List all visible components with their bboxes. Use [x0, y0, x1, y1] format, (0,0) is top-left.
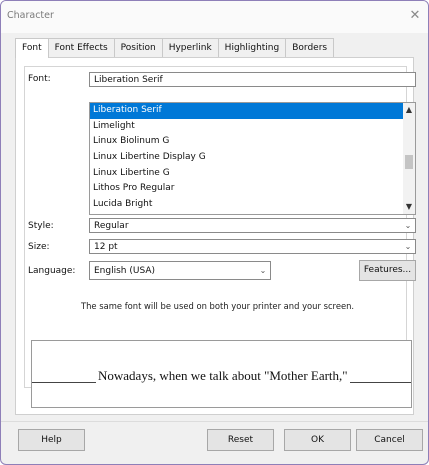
- font-note: The same font will be used on both your …: [81, 301, 355, 311]
- chevron-down-icon[interactable]: ⌄: [403, 241, 413, 253]
- preview-text: Nowadays, when we talk about "Mother Ear…: [96, 368, 350, 384]
- language-select[interactable]: English (USA) ⌄: [89, 261, 271, 280]
- font-list-item[interactable]: Linux Libertine G: [90, 166, 407, 182]
- scroll-up-icon[interactable]: ▲: [403, 105, 415, 115]
- tab-hyperlink[interactable]: Hyperlink: [161, 38, 219, 57]
- chevron-down-icon[interactable]: ⌄: [403, 220, 413, 232]
- font-list-item[interactable]: Linux Biolinum G: [90, 134, 407, 150]
- font-list[interactable]: Liberation Serif Limelight Linux Biolinu…: [89, 102, 416, 215]
- divider: [1, 421, 428, 422]
- title-bar: Character ✕: [1, 1, 428, 33]
- tab-font-effects[interactable]: Font Effects: [47, 38, 115, 57]
- scroll-down-icon[interactable]: ▼: [403, 202, 415, 212]
- window-title: Character: [7, 10, 54, 21]
- size-label: Size:: [28, 242, 50, 252]
- tab-highlighting[interactable]: Highlighting: [217, 38, 287, 57]
- size-select[interactable]: 12 pt ⌄: [89, 239, 416, 254]
- language-label: Language:: [28, 266, 76, 276]
- scrollbar-thumb[interactable]: [405, 155, 413, 169]
- tab-bar: Font Font Effects Position Hyperlink Hig…: [15, 38, 335, 58]
- help-button[interactable]: Help: [18, 429, 85, 451]
- character-dialog: Character ✕ Font Font Effects Position H…: [0, 0, 429, 465]
- language-value: English (USA): [94, 266, 156, 276]
- font-preview: Nowadays, when we talk about "Mother Ear…: [31, 340, 412, 408]
- font-list-item[interactable]: Lithos Pro Regular: [90, 181, 407, 197]
- tab-font[interactable]: Font: [15, 38, 49, 58]
- font-list-item[interactable]: Linux Libertine Display G: [90, 150, 407, 166]
- font-list-item[interactable]: Limelight: [90, 119, 407, 135]
- size-value: 12 pt: [94, 242, 118, 252]
- font-list-item[interactable]: Lucida Bright: [90, 197, 407, 213]
- font-list-scrollbar[interactable]: ▲ ▼: [403, 103, 415, 214]
- chevron-down-icon[interactable]: ⌄: [258, 265, 268, 277]
- cancel-button[interactable]: Cancel: [356, 429, 423, 451]
- features-button[interactable]: Features...: [359, 260, 416, 281]
- style-value: Regular: [94, 221, 129, 231]
- close-icon[interactable]: ✕: [406, 7, 424, 25]
- font-name-input[interactable]: Liberation Serif: [89, 72, 416, 87]
- reset-button[interactable]: Reset: [207, 429, 274, 451]
- style-select[interactable]: Regular ⌄: [89, 218, 416, 233]
- tab-position[interactable]: Position: [113, 38, 163, 57]
- ok-button[interactable]: OK: [284, 429, 351, 451]
- font-label: Font:: [28, 74, 51, 84]
- font-list-item[interactable]: Liberation Serif: [90, 103, 407, 119]
- tab-borders[interactable]: Borders: [285, 38, 335, 57]
- style-label: Style:: [28, 221, 54, 231]
